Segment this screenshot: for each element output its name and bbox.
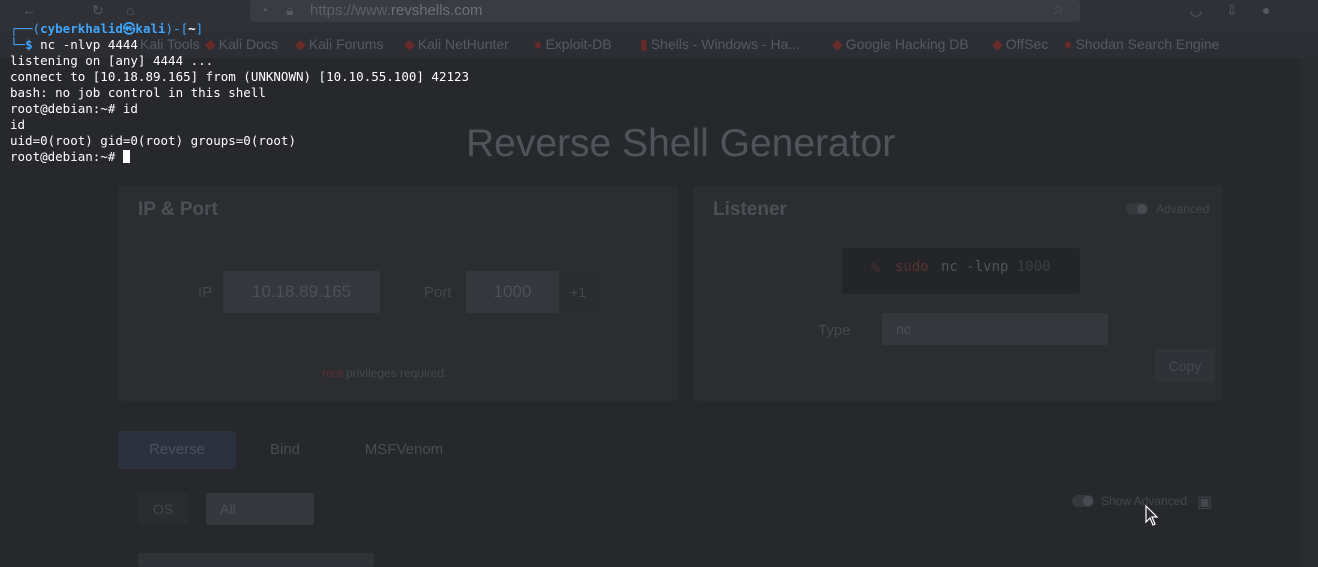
- terminal-line: connect to [10.18.89.165] from (UNKNOWN)…: [10, 69, 470, 84]
- terminal-cursor: [122, 150, 130, 163]
- terminal-line: uid=0(root) gid=0(root) groups=0(root): [10, 133, 296, 148]
- prompt-dollar: $: [25, 37, 41, 52]
- terminal-line: listening on [any] 4444 ...: [10, 53, 214, 68]
- terminal-command: nc -nlvp 4444: [40, 37, 138, 52]
- prompt-bracket: )-[: [165, 21, 189, 36]
- terminal-line: root@debian:~# id: [10, 101, 138, 116]
- prompt-frame-bottom: └─: [10, 37, 26, 52]
- terminal-line: root@debian:~#: [10, 149, 123, 164]
- terminal-line: bash: no job control in this shell: [10, 85, 266, 100]
- terminal-prompt-line: root@debian:~#: [10, 149, 130, 165]
- prompt-user: cyberkhalid: [40, 21, 123, 36]
- prompt-line-1: ┌──(cyberkhalid㉿kali)-[~]: [10, 21, 203, 37]
- prompt-bracket-close: ]: [195, 21, 204, 36]
- prompt-at: ㉿: [122, 21, 136, 36]
- prompt-line-2: └─$ nc -nlvp 4444: [10, 37, 138, 53]
- prompt-frame-top: ┌──(: [10, 21, 41, 36]
- prompt-dir: ~: [188, 21, 196, 36]
- prompt-host: kali: [135, 21, 166, 36]
- terminal-line: id: [10, 117, 26, 132]
- terminal-output[interactable]: ┌──(cyberkhalid㉿kali)-[~] └─$ nc -nlvp 4…: [0, 0, 1318, 567]
- mouse-pointer-icon: [1145, 505, 1159, 526]
